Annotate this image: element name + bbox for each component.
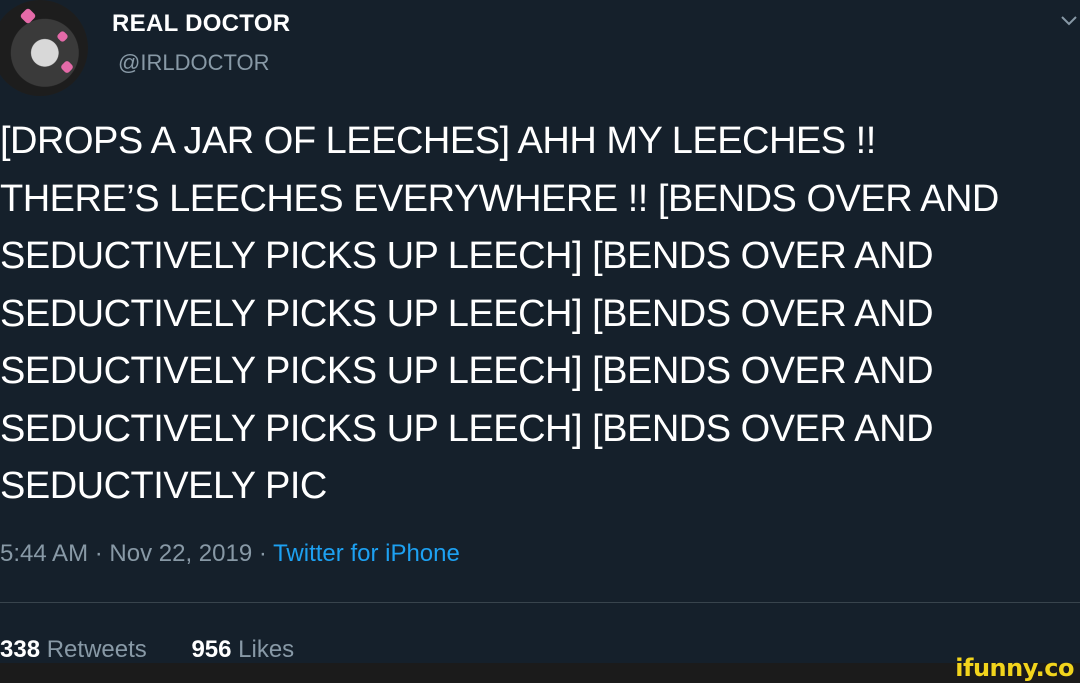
chevron-down-icon[interactable] <box>1058 12 1080 30</box>
heart-decoration-icon <box>19 7 37 25</box>
retweets-label: Retweets <box>46 636 147 663</box>
meta-separator: · <box>94 540 103 567</box>
meta-separator: · <box>258 540 267 567</box>
retweets-count: 338 <box>0 636 41 663</box>
user-handle[interactable]: @IRLDOCTOR <box>118 50 270 76</box>
tweet-meta: 5:44 AM · Nov 22, 2019 · Twitter for iPh… <box>0 540 460 568</box>
tweet-source-link[interactable]: Twitter for iPhone <box>273 540 460 567</box>
tweet-card: REAL DOCTOR @IRLDOCTOR [DROPS A JAR OF L… <box>0 0 1080 683</box>
likes-count: 956 <box>191 636 232 663</box>
display-name[interactable]: REAL DOCTOR <box>112 10 290 38</box>
tweet-stats: 338 Retweets 956 Likes <box>0 636 294 664</box>
tweet-date[interactable]: Nov 22, 2019 <box>109 540 252 567</box>
ifunny-watermark: ifunny.co <box>955 654 1074 682</box>
likes-stat[interactable]: 956 Likes <box>191 636 294 663</box>
tweet-time[interactable]: 5:44 AM <box>0 540 88 567</box>
heart-decoration-icon <box>59 59 75 75</box>
tweet-text: [DROPS A JAR OF LEECHES] AHH MY LEECHES … <box>0 120 999 507</box>
retweets-stat[interactable]: 338 Retweets <box>0 636 153 663</box>
watermark-bar <box>0 663 1080 683</box>
heart-decoration-icon <box>56 30 69 43</box>
avatar[interactable] <box>0 0 88 96</box>
likes-label: Likes <box>238 636 295 663</box>
divider <box>0 602 1080 603</box>
